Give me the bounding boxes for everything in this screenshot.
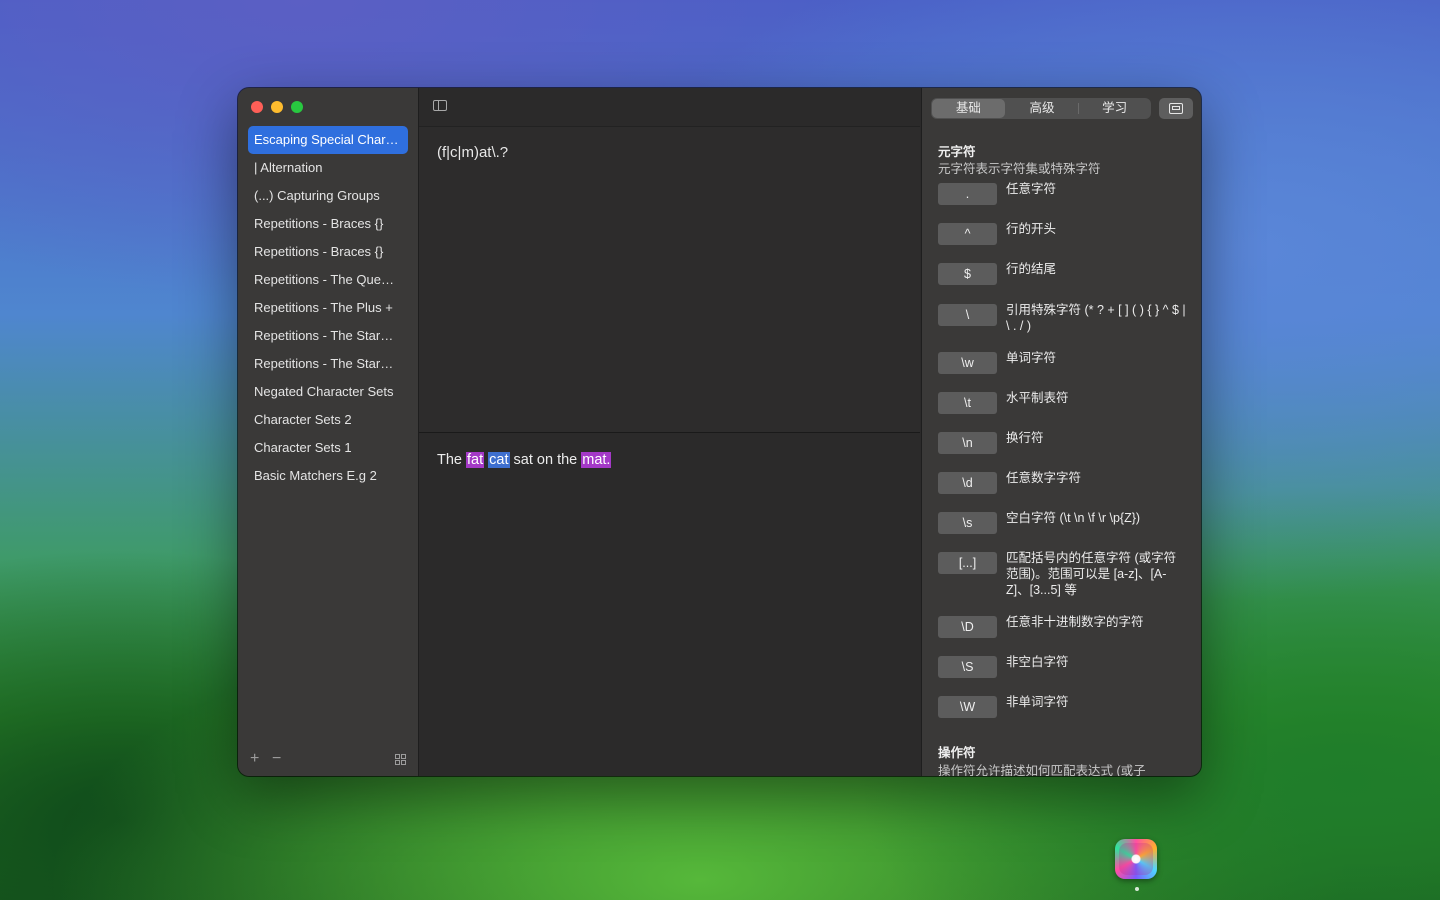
token-description: 换行符: [1006, 431, 1044, 445]
token-key[interactable]: \t: [938, 392, 997, 414]
token-description: 行的结尾: [1006, 262, 1057, 276]
sidebar-item[interactable]: | Alternation: [248, 154, 408, 182]
pattern-editor[interactable]: (f|c|m)at\.?: [419, 127, 920, 433]
match-highlight: fat: [466, 452, 485, 468]
token-description: 行的开头: [1006, 222, 1057, 236]
token-description: 引用特殊字符 (* ? + [ ] ( ) { } ^ $ | \ . / ): [1006, 303, 1186, 333]
zoom-button[interactable]: [291, 101, 303, 113]
token-key[interactable]: $: [938, 263, 997, 285]
sidebar-toggle-icon[interactable]: [433, 100, 447, 111]
token-description: 任意非十进制数字的字符: [1006, 615, 1144, 629]
remove-button[interactable]: −: [272, 750, 281, 768]
token-description: 水平制表符: [1006, 391, 1069, 405]
token-key[interactable]: \w: [938, 352, 997, 374]
sidebar-item[interactable]: Negated Character Sets: [248, 378, 408, 406]
token-description: 单词字符: [1006, 351, 1057, 365]
section-subtitle: 操作符允许描述如何匹配表达式 (或子: [938, 764, 1146, 776]
token-key[interactable]: \s: [938, 512, 997, 534]
add-button[interactable]: +: [250, 750, 259, 768]
section-title: 操作符: [938, 746, 976, 760]
sidebar-item[interactable]: Repetitions - Braces {}: [248, 238, 408, 266]
sidebar-item[interactable]: Repetitions - The Que…: [248, 266, 408, 294]
tab-advanced[interactable]: 高级: [1006, 98, 1079, 119]
window-controls: [251, 101, 303, 113]
minimize-button[interactable]: [271, 101, 283, 113]
match-highlight: mat.: [581, 452, 612, 468]
app-icon-glyph: [1119, 843, 1153, 875]
panel-icon: [1169, 103, 1183, 114]
sidebar-item[interactable]: Repetitions - The Star…: [248, 350, 408, 378]
section-subtitle: 元字符表示字符集或特殊字符: [938, 162, 1101, 176]
sidebar-item[interactable]: Character Sets 2: [248, 406, 408, 434]
pattern-text[interactable]: (f|c|m)at\.?: [437, 144, 508, 161]
token-key[interactable]: ^: [938, 223, 997, 245]
token-key[interactable]: \: [938, 304, 997, 326]
sidebar-item[interactable]: Escaping Special Char…: [248, 126, 408, 154]
sidebar-item[interactable]: Repetitions - Braces {}: [248, 210, 408, 238]
token-key[interactable]: \n: [938, 432, 997, 454]
token-description: 匹配括号内的任意字符 (或字符范围)。范围可以是 [a-z]、[A-Z]、[3.…: [1006, 551, 1177, 597]
sidebar-item[interactable]: Repetitions - The Star…: [248, 322, 408, 350]
panel-toggle-button[interactable]: [1159, 98, 1193, 119]
token-key[interactable]: \D: [938, 616, 997, 638]
app-window: Escaping Special Char… | Alternation (..…: [238, 88, 1201, 776]
token-description: 非单词字符: [1006, 695, 1069, 709]
grid-view-icon[interactable]: [395, 754, 406, 765]
sidebar-item[interactable]: Repetitions - The Plus +: [248, 294, 408, 322]
token-key[interactable]: \d: [938, 472, 997, 494]
editor-toolbar: [419, 88, 920, 127]
tab-basic[interactable]: 基础: [932, 99, 1005, 118]
token-key[interactable]: [...]: [938, 552, 997, 574]
sidebar-footer: + −: [248, 750, 408, 770]
test-string-editor[interactable]: The fat cat sat on the mat.: [419, 433, 920, 776]
editor-pane: (f|c|m)at\.? The fat cat sat on the mat.: [419, 88, 920, 776]
sidebar-item[interactable]: Character Sets 1: [248, 434, 408, 462]
reference-panel: 基础 高级 学习 元字符 元字符表示字符集或特殊字符 . 任意字符 ^ 行的开头…: [921, 88, 1201, 776]
sidebar: Escaping Special Char… | Alternation (..…: [238, 88, 419, 776]
token-description: 任意数字字符: [1006, 471, 1082, 485]
token-description: 任意字符: [1006, 182, 1057, 196]
token-key[interactable]: \W: [938, 696, 997, 718]
dock-running-indicator: [1135, 887, 1139, 891]
token-description: 空白字符 (\t \n \f \r \p{Z}): [1006, 511, 1141, 525]
test-text-segment: The: [437, 452, 467, 468]
tab-learn[interactable]: 学习: [1078, 98, 1151, 119]
test-text[interactable]: The fat cat sat on the mat.: [437, 452, 612, 468]
expression-list: Escaping Special Char… | Alternation (..…: [248, 126, 408, 490]
match-highlight: cat: [488, 452, 510, 468]
token-description: 非空白字符: [1006, 655, 1069, 669]
dock-app-icon[interactable]: [1115, 839, 1157, 879]
sidebar-item[interactable]: Basic Matchers E.g 2: [248, 462, 408, 490]
sidebar-item[interactable]: (...) Capturing Groups: [248, 182, 408, 210]
reference-tabs: 基础 高级 学习: [931, 98, 1151, 119]
token-key[interactable]: .: [938, 183, 997, 205]
token-key[interactable]: \S: [938, 656, 997, 678]
close-button[interactable]: [251, 101, 263, 113]
test-text-segment: sat on the: [509, 452, 582, 468]
